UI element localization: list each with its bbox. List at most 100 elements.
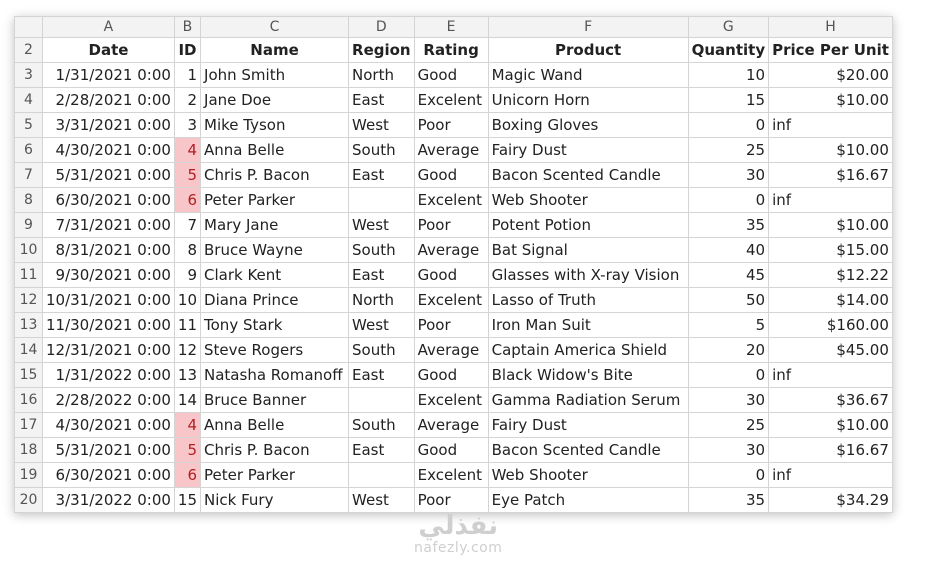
- row-number[interactable]: 8: [14, 187, 43, 213]
- cell-quantity[interactable]: 30: [687, 162, 770, 188]
- cell-rating[interactable]: Good: [413, 262, 489, 288]
- cell-rating[interactable]: Good: [413, 162, 489, 188]
- cell-date[interactable]: 10/31/2021 0:00: [42, 287, 175, 313]
- cell-product[interactable]: Bacon Scented Candle: [487, 437, 689, 463]
- row-number[interactable]: 9: [14, 212, 43, 238]
- header-cell-region[interactable]: Region: [348, 37, 415, 63]
- cell-quantity[interactable]: 35: [687, 487, 770, 513]
- cell-quantity[interactable]: 45: [687, 262, 770, 288]
- cell-region[interactable]: North: [348, 287, 415, 313]
- cell-product[interactable]: Gamma Radiation Serum: [487, 387, 689, 413]
- cell-product[interactable]: Web Shooter: [487, 187, 689, 213]
- cell-name[interactable]: Chris P. Bacon: [200, 437, 350, 463]
- cell-region[interactable]: [348, 462, 415, 488]
- cell-region[interactable]: East: [348, 262, 415, 288]
- cell-name[interactable]: Bruce Wayne: [200, 237, 350, 263]
- row-number[interactable]: 16: [14, 387, 43, 413]
- cell-price[interactable]: inf: [768, 462, 893, 488]
- cell-name[interactable]: Nick Fury: [200, 487, 350, 513]
- cell-rating[interactable]: Poor: [413, 212, 489, 238]
- cell-rating[interactable]: Excelent: [413, 462, 489, 488]
- cell-product[interactable]: Lasso of Truth: [487, 287, 689, 313]
- cell-name[interactable]: Bruce Banner: [200, 387, 350, 413]
- cell-id[interactable]: 4: [173, 412, 202, 438]
- cell-quantity[interactable]: 30: [687, 437, 770, 463]
- cell-region[interactable]: [348, 387, 415, 413]
- cell-price[interactable]: $16.67: [768, 437, 893, 463]
- cell-quantity[interactable]: 0: [687, 112, 770, 138]
- header-cell-name[interactable]: Name: [200, 37, 350, 63]
- column-header-d[interactable]: D: [348, 16, 415, 38]
- row-number[interactable]: 12: [14, 287, 43, 313]
- cell-quantity[interactable]: 5: [687, 312, 770, 338]
- cell-price[interactable]: $10.00: [768, 87, 893, 113]
- cell-date[interactable]: 3/31/2022 0:00: [42, 487, 175, 513]
- cell-date[interactable]: 4/30/2021 0:00: [42, 137, 175, 163]
- cell-date[interactable]: 1/31/2022 0:00: [42, 362, 175, 388]
- cell-date[interactable]: 12/31/2021 0:00: [42, 337, 175, 363]
- cell-region[interactable]: West: [348, 112, 415, 138]
- row-number[interactable]: 18: [14, 437, 43, 463]
- header-cell-id[interactable]: ID: [173, 37, 202, 63]
- cell-region[interactable]: South: [348, 412, 415, 438]
- row-number[interactable]: 11: [14, 262, 43, 288]
- cell-name[interactable]: Mary Jane: [200, 212, 350, 238]
- cell-region[interactable]: West: [348, 312, 415, 338]
- cell-date[interactable]: 2/28/2022 0:00: [42, 387, 175, 413]
- cell-name[interactable]: Tony Stark: [200, 312, 350, 338]
- cell-region[interactable]: [348, 187, 415, 213]
- header-cell-rating[interactable]: Rating: [413, 37, 489, 63]
- cell-date[interactable]: 1/31/2021 0:00: [42, 62, 175, 88]
- cell-date[interactable]: 9/30/2021 0:00: [42, 262, 175, 288]
- cell-name[interactable]: Peter Parker: [200, 462, 350, 488]
- cell-date[interactable]: 6/30/2021 0:00: [42, 462, 175, 488]
- cell-rating[interactable]: Average: [413, 337, 489, 363]
- cell-price[interactable]: $10.00: [768, 137, 893, 163]
- cell-id[interactable]: 3: [173, 112, 202, 138]
- cell-rating[interactable]: Excelent: [413, 287, 489, 313]
- cell-id[interactable]: 1: [173, 62, 202, 88]
- header-cell-price[interactable]: Price Per Unit: [768, 37, 893, 63]
- cell-id[interactable]: 12: [173, 337, 202, 363]
- cell-quantity[interactable]: 30: [687, 387, 770, 413]
- cell-id[interactable]: 15: [173, 487, 202, 513]
- cell-date[interactable]: 5/31/2021 0:00: [42, 437, 175, 463]
- cell-product[interactable]: Unicorn Horn: [487, 87, 689, 113]
- cell-id[interactable]: 6: [173, 462, 202, 488]
- cell-rating[interactable]: Good: [413, 362, 489, 388]
- cell-region[interactable]: East: [348, 437, 415, 463]
- cell-date[interactable]: 6/30/2021 0:00: [42, 187, 175, 213]
- cell-price[interactable]: $160.00: [768, 312, 893, 338]
- column-header-f[interactable]: F: [487, 16, 689, 38]
- cell-date[interactable]: 11/30/2021 0:00: [42, 312, 175, 338]
- cell-region[interactable]: East: [348, 87, 415, 113]
- cell-quantity[interactable]: 50: [687, 287, 770, 313]
- row-number[interactable]: 17: [14, 412, 43, 438]
- cell-product[interactable]: Captain America Shield: [487, 337, 689, 363]
- cell-product[interactable]: Potent Potion: [487, 212, 689, 238]
- cell-region[interactable]: South: [348, 137, 415, 163]
- column-header-b[interactable]: B: [173, 16, 202, 38]
- cell-price[interactable]: $20.00: [768, 62, 893, 88]
- cell-product[interactable]: Iron Man Suit: [487, 312, 689, 338]
- header-cell-product[interactable]: Product: [487, 37, 689, 63]
- cell-name[interactable]: Peter Parker: [200, 187, 350, 213]
- cell-quantity[interactable]: 40: [687, 237, 770, 263]
- cell-quantity[interactable]: 0: [687, 462, 770, 488]
- cell-name[interactable]: Diana Prince: [200, 287, 350, 313]
- cell-price[interactable]: inf: [768, 362, 893, 388]
- cell-date[interactable]: 8/31/2021 0:00: [42, 237, 175, 263]
- row-number[interactable]: 14: [14, 337, 43, 363]
- column-header-g[interactable]: G: [687, 16, 770, 38]
- cell-id[interactable]: 8: [173, 237, 202, 263]
- row-number[interactable]: 4: [14, 87, 43, 113]
- cell-price[interactable]: $15.00: [768, 237, 893, 263]
- cell-rating[interactable]: Average: [413, 412, 489, 438]
- row-number[interactable]: 15: [14, 362, 43, 388]
- column-header-h[interactable]: H: [768, 16, 893, 38]
- cell-rating[interactable]: Excelent: [413, 87, 489, 113]
- cell-id[interactable]: 7: [173, 212, 202, 238]
- column-header-c[interactable]: C: [200, 16, 350, 38]
- cell-region[interactable]: North: [348, 62, 415, 88]
- row-number[interactable]: 2: [14, 37, 43, 63]
